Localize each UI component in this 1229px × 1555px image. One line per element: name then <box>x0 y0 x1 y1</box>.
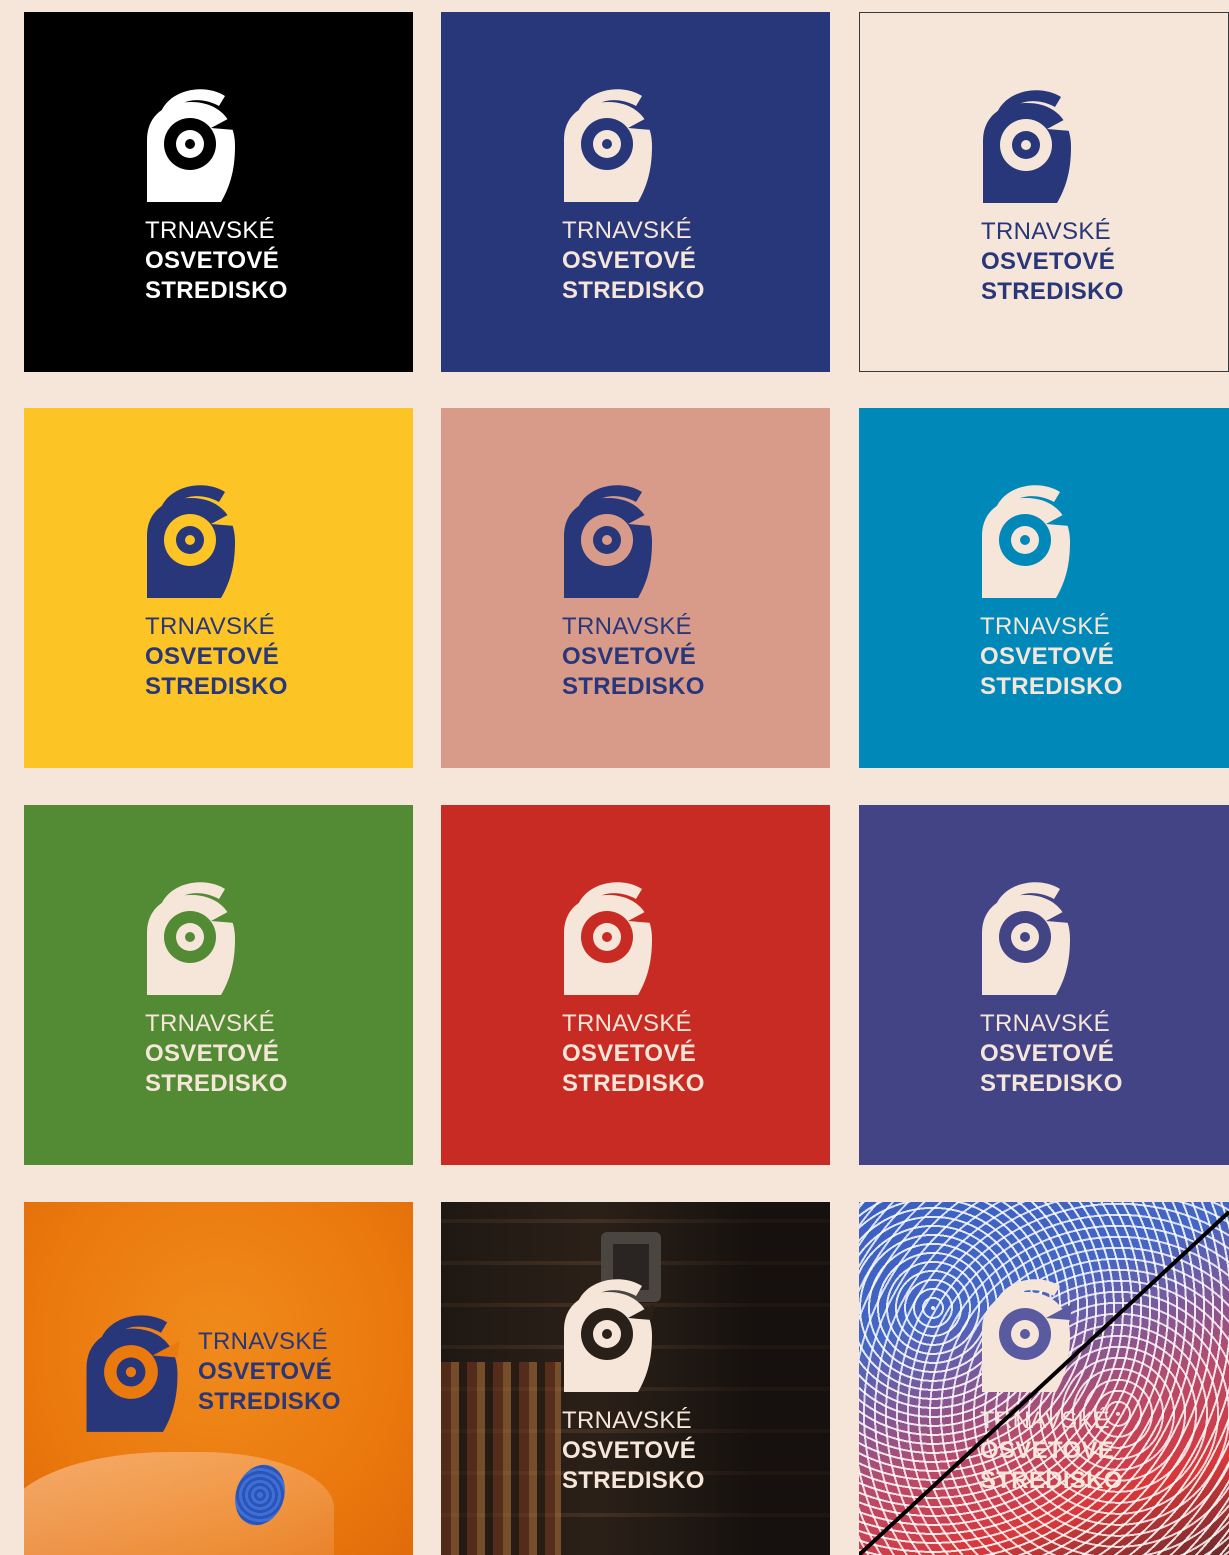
logo-line-2: OSVETOVÉ <box>981 248 1116 275</box>
logo-line-2: OSVETOVÉ <box>562 1437 697 1464</box>
owl-eye-logo-icon <box>564 485 654 598</box>
logo-line-3: STREDISKO <box>198 1388 341 1415</box>
logo-line-3: STREDISKO <box>562 1467 705 1494</box>
logo-tile-orange-photo: TRNAVSKÉ OSVETOVÉ STREDISKO <box>24 1202 413 1555</box>
owl-eye-logo-icon <box>86 1315 180 1432</box>
logo-line-1: TRNAVSKÉ <box>145 1010 275 1037</box>
record-shelf-image <box>441 1362 561 1555</box>
owl-eye-logo-icon <box>564 1279 654 1392</box>
logo-wordmark: TRNAVSKÉ OSVETOVÉ STREDISKO <box>562 1406 742 1496</box>
logo-wordmark: TRNAVSKÉ OSVETOVÉ STREDISKO <box>145 1009 325 1099</box>
logo-wordmark: TRNAVSKÉ OSVETOVÉ STREDISKO <box>145 216 325 306</box>
owl-eye-logo-icon <box>147 485 237 598</box>
logo-wordmark: TRNAVSKÉ OSVETOVÉ STREDISKO <box>562 216 742 306</box>
logo-wordmark: TRNAVSKÉ OSVETOVÉ STREDISKO <box>981 217 1161 307</box>
logo-tile-pink: TRNAVSKÉ OSVETOVÉ STREDISKO <box>441 408 830 768</box>
logo-tile-room-photo: TRNAVSKÉ OSVETOVÉ STREDISKO <box>441 1202 830 1555</box>
logo-line-1: TRNAVSKÉ <box>980 613 1110 640</box>
logo-line-3: STREDISKO <box>980 673 1123 700</box>
logo-tile-green: TRNAVSKÉ OSVETOVÉ STREDISKO <box>24 805 413 1165</box>
logo-line-2: OSVETOVÉ <box>980 1040 1115 1067</box>
logo: TRNAVSKÉ OSVETOVÉ STREDISKO <box>981 85 1161 307</box>
logo: TRNAVSKÉ OSVETOVÉ STREDISKO <box>562 877 742 1099</box>
logo-line-2: OSVETOVÉ <box>145 247 280 274</box>
logo-line-1: TRNAVSKÉ <box>981 218 1111 245</box>
logo-line-3: STREDISKO <box>145 277 288 304</box>
logo: TRNAVSKÉ OSVETOVÉ STREDISKO <box>145 877 325 1099</box>
logo-line-1: TRNAVSKÉ <box>145 613 275 640</box>
logo-line-2: OSVETOVÉ <box>562 643 697 670</box>
owl-eye-logo-icon <box>564 89 654 202</box>
logo-line-2: OSVETOVÉ <box>145 643 280 670</box>
logo: TRNAVSKÉ OSVETOVÉ STREDISKO <box>145 480 325 702</box>
logo-line-1: TRNAVSKÉ <box>198 1328 328 1355</box>
logo-tile-black: TRNAVSKÉ OSVETOVÉ STREDISKO <box>24 12 413 372</box>
logo: TRNAVSKÉ OSVETOVÉ STREDISKO <box>562 480 742 702</box>
logo-wordmark: TRNAVSKÉ OSVETOVÉ STREDISKO <box>980 612 1160 702</box>
logo-tile-pattern-photo: TRNAVSKÉ OSVETOVÉ STREDISKO <box>859 1202 1229 1555</box>
owl-eye-logo-icon <box>982 485 1072 598</box>
logo-line-1: TRNAVSKÉ <box>562 217 692 244</box>
logo-line-1: TRNAVSKÉ <box>145 217 275 244</box>
logo-wordmark: TRNAVSKÉ OSVETOVÉ STREDISKO <box>562 1009 742 1099</box>
logo-line-3: STREDISKO <box>562 1070 705 1097</box>
logo-line-2: OSVETOVÉ <box>562 1040 697 1067</box>
logo-wordmark: TRNAVSKÉ OSVETOVÉ STREDISKO <box>562 612 742 702</box>
logo-tile-cream: TRNAVSKÉ OSVETOVÉ STREDISKO <box>859 12 1229 372</box>
owl-eye-logo-icon <box>564 882 654 995</box>
logo: TRNAVSKÉ OSVETOVÉ STREDISKO <box>980 877 1160 1099</box>
logo-tile-red: TRNAVSKÉ OSVETOVÉ STREDISKO <box>441 805 830 1165</box>
logo-line-1: TRNAVSKÉ <box>562 1407 692 1434</box>
logo-line-1: TRNAVSKÉ <box>562 613 692 640</box>
logo-wordmark: TRNAVSKÉ OSVETOVÉ STREDISKO <box>980 1009 1160 1099</box>
logo-line-1: TRNAVSKÉ <box>562 1010 692 1037</box>
logo-tile-teal: TRNAVSKÉ OSVETOVÉ STREDISKO <box>859 408 1229 768</box>
owl-eye-logo-icon <box>982 882 1072 995</box>
owl-eye-logo-icon <box>983 90 1073 203</box>
logo-line-1: TRNAVSKÉ <box>980 1010 1110 1037</box>
logo-horizontal: TRNAVSKÉ OSVETOVÉ STREDISKO <box>84 1310 404 1434</box>
diagonal-line <box>859 1210 1229 1555</box>
logo: TRNAVSKÉ OSVETOVÉ STREDISKO <box>145 84 325 306</box>
owl-eye-logo-icon <box>147 89 237 202</box>
logo-line-2: OSVETOVÉ <box>980 643 1115 670</box>
logo-line-2: OSVETOVÉ <box>198 1358 333 1385</box>
logo-line-3: STREDISKO <box>562 277 705 304</box>
logo-line-2: OSVETOVÉ <box>562 247 697 274</box>
logo-line-3: STREDISKO <box>145 1070 288 1097</box>
logo: TRNAVSKÉ OSVETOVÉ STREDISKO <box>980 480 1160 702</box>
owl-eye-logo-icon <box>147 882 237 995</box>
logo-tile-navy: TRNAVSKÉ OSVETOVÉ STREDISKO <box>441 12 830 372</box>
logo-line-3: STREDISKO <box>980 1070 1123 1097</box>
logo: TRNAVSKÉ OSVETOVÉ STREDISKO <box>562 1274 742 1496</box>
logo-tile-yellow: TRNAVSKÉ OSVETOVÉ STREDISKO <box>24 408 413 768</box>
logo-wordmark: TRNAVSKÉ OSVETOVÉ STREDISKO <box>145 612 325 702</box>
logo-wordmark: TRNAVSKÉ OSVETOVÉ STREDISKO <box>198 1327 341 1417</box>
logo-line-3: STREDISKO <box>981 278 1124 305</box>
logo-line-3: STREDISKO <box>562 673 705 700</box>
logo-tile-indigo: TRNAVSKÉ OSVETOVÉ STREDISKO <box>859 805 1229 1165</box>
logo-line-3: STREDISKO <box>145 673 288 700</box>
logo-line-2: OSVETOVÉ <box>145 1040 280 1067</box>
logo: TRNAVSKÉ OSVETOVÉ STREDISKO <box>562 84 742 306</box>
plastic-bottle-image <box>24 1452 334 1555</box>
